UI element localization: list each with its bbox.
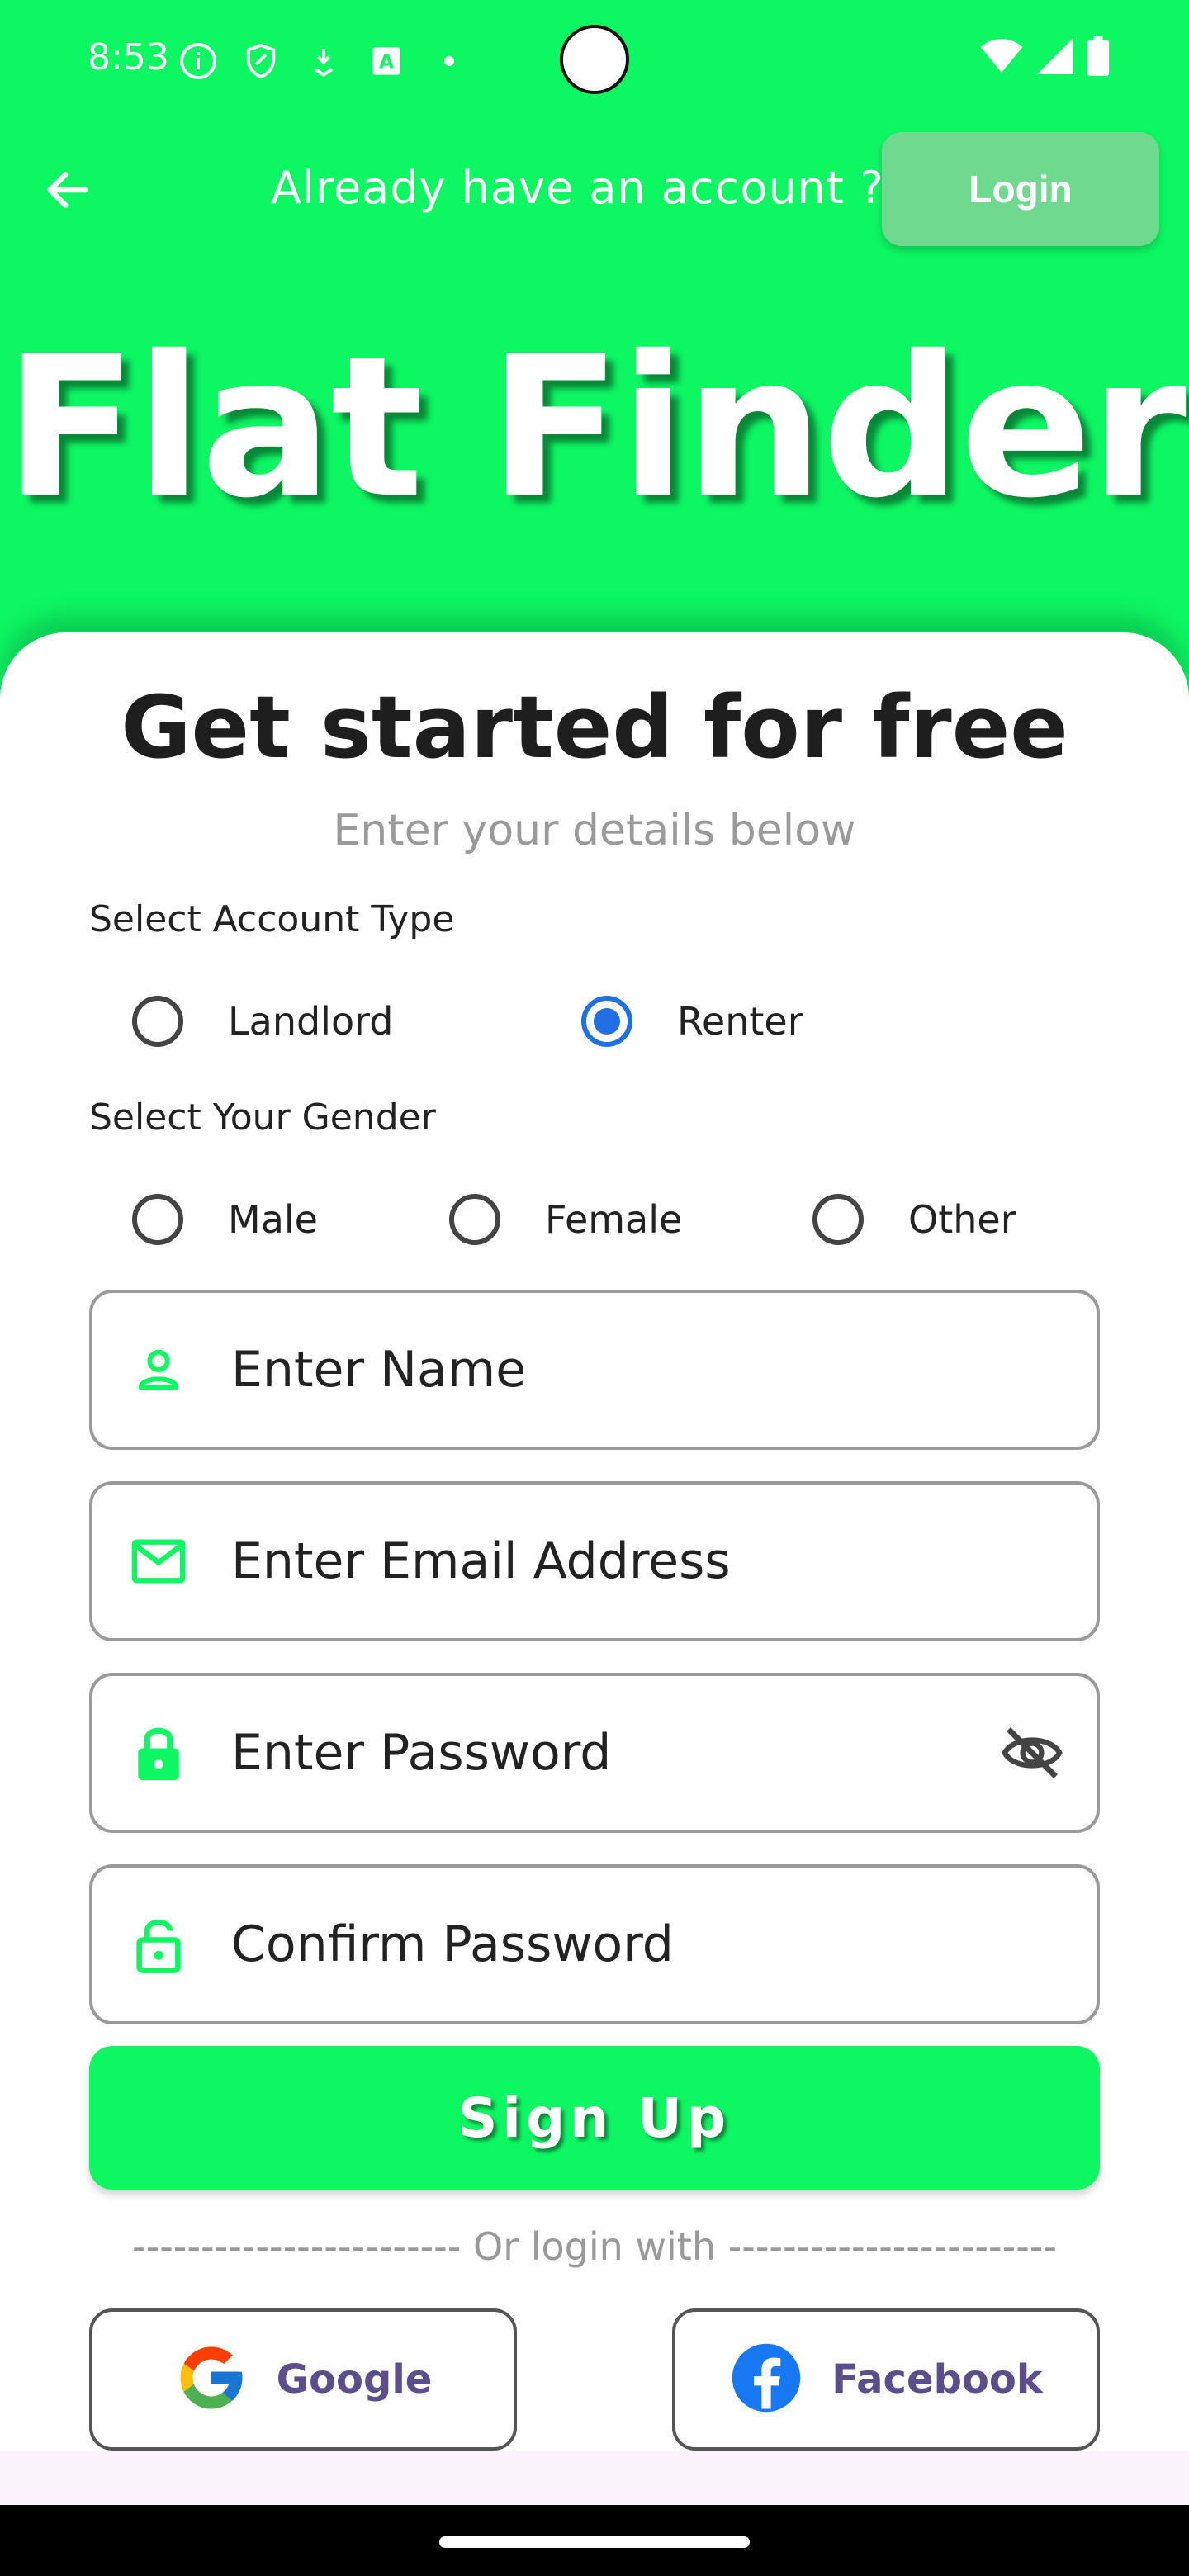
font-icon: A — [365, 40, 408, 83]
status-time: 8:53 — [88, 36, 169, 78]
radio-male[interactable]: Male — [132, 1194, 318, 1245]
facebook-icon — [729, 2341, 803, 2419]
arrow-back-icon — [47, 172, 88, 208]
google-icon — [174, 2341, 249, 2419]
radio-circle[interactable] — [132, 996, 183, 1047]
name-field[interactable] — [89, 1290, 1100, 1450]
google-login-button[interactable]: Google — [89, 2308, 517, 2451]
gender-label: Select Your Gender — [89, 1096, 436, 1139]
radio-label: Female — [545, 1197, 683, 1242]
google-label: Google — [276, 2356, 433, 2403]
status-icons-right — [979, 36, 1110, 80]
mail-icon — [129, 1532, 188, 1591]
signup-screen: 8:53 A Already have an account ? Login F… — [0, 0, 1189, 2576]
radio-female[interactable]: Female — [449, 1194, 682, 1245]
lock-icon — [129, 1723, 188, 1783]
wifi-icon — [979, 38, 1024, 78]
radio-other[interactable]: Other — [812, 1194, 1016, 1245]
app-title: Flat Finder — [4, 314, 1187, 541]
form-subheading: Enter your details below — [333, 806, 856, 855]
facebook-label: Facebook — [831, 2356, 1043, 2403]
facebook-login-button[interactable]: Facebook — [672, 2308, 1100, 2451]
radio-circle[interactable] — [449, 1194, 500, 1245]
bottom-surface — [0, 2451, 1189, 2505]
battery-icon — [1087, 36, 1110, 80]
login-button[interactable]: Login — [882, 132, 1159, 246]
email-field[interactable] — [89, 1481, 1100, 1641]
info-icon — [177, 40, 220, 83]
already-have-account-text: Already have an account ? — [271, 162, 884, 214]
name-input[interactable] — [231, 1341, 974, 1399]
radio-label: Landlord — [228, 999, 394, 1044]
dot-icon — [428, 40, 471, 83]
password-field[interactable] — [89, 1673, 1100, 1833]
signal-icon — [1037, 38, 1073, 78]
radio-renter[interactable]: Renter — [581, 996, 803, 1047]
email-input[interactable] — [231, 1532, 974, 1590]
download-icon — [302, 40, 345, 83]
confirm-password-field[interactable] — [89, 1864, 1100, 2024]
radio-circle-selected[interactable] — [581, 996, 632, 1047]
radio-circle[interactable] — [132, 1194, 183, 1245]
lock-open-icon — [129, 1915, 188, 1974]
status-bar: 8:53 A — [0, 0, 1189, 116]
radio-circle[interactable] — [812, 1194, 864, 1245]
radio-label: Renter — [677, 999, 803, 1044]
form-heading: Get started for free — [121, 677, 1068, 778]
camera-cutout — [560, 25, 629, 94]
sign-up-button[interactable]: Sign Up — [89, 2046, 1100, 2190]
visibility-off-icon[interactable] — [997, 1718, 1067, 1788]
or-login-divider: ------------------------ Or login with -… — [132, 2224, 1057, 2269]
svg-text:A: A — [379, 50, 394, 73]
back-button[interactable] — [33, 155, 102, 225]
password-input[interactable] — [231, 1724, 974, 1782]
status-icons-left: A — [177, 40, 471, 83]
account-type-label: Select Account Type — [89, 898, 455, 940]
person-icon — [129, 1340, 188, 1399]
shield-icon — [239, 40, 282, 83]
radio-landlord[interactable]: Landlord — [132, 996, 393, 1047]
radio-label: Other — [908, 1197, 1016, 1242]
radio-label: Male — [228, 1197, 318, 1242]
confirm-password-input[interactable] — [231, 1915, 974, 1973]
home-gesture-handle[interactable] — [439, 2536, 750, 2548]
